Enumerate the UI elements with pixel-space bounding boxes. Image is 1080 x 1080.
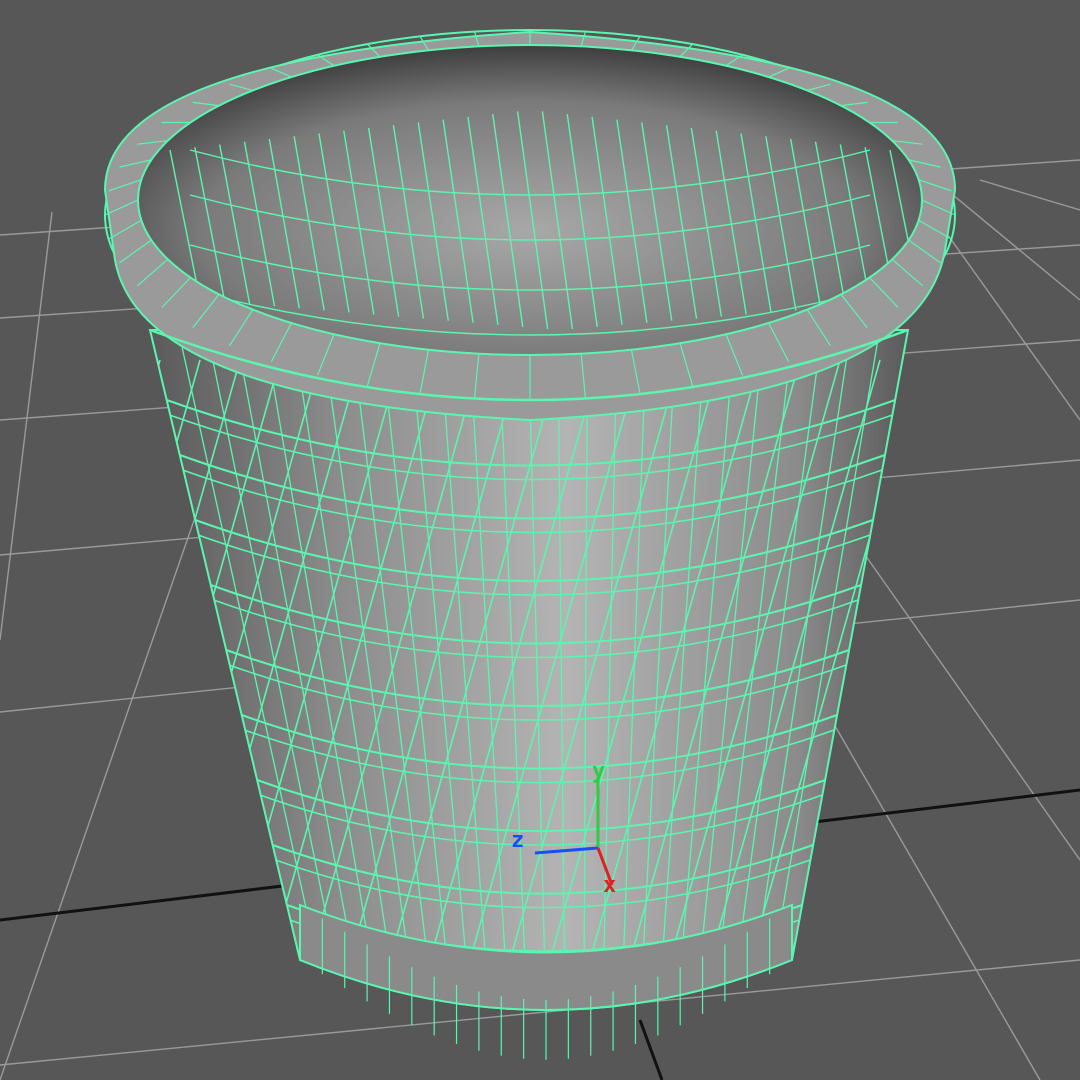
wastebasket-mesh[interactable] — [0, 29, 1000, 1060]
grid-line — [0, 211, 53, 641]
lattice-strip — [0, 360, 40, 960]
lattice-strip — [150, 359, 241, 961]
lattice-strip — [150, 359, 161, 961]
z-axis-label: z — [511, 828, 524, 853]
lattice-strip — [0, 360, 120, 960]
y-axis-label: y — [592, 759, 605, 784]
viewport-canvas[interactable]: y z x — [0, 0, 1080, 1080]
grid-axis-line — [638, 1019, 664, 1080]
3d-viewport[interactable]: y z x — [0, 0, 1080, 1080]
grid-line — [979, 179, 1080, 211]
lattice-strip — [150, 359, 201, 961]
x-axis-label: x — [603, 873, 616, 898]
lattice-strip — [0, 360, 80, 960]
